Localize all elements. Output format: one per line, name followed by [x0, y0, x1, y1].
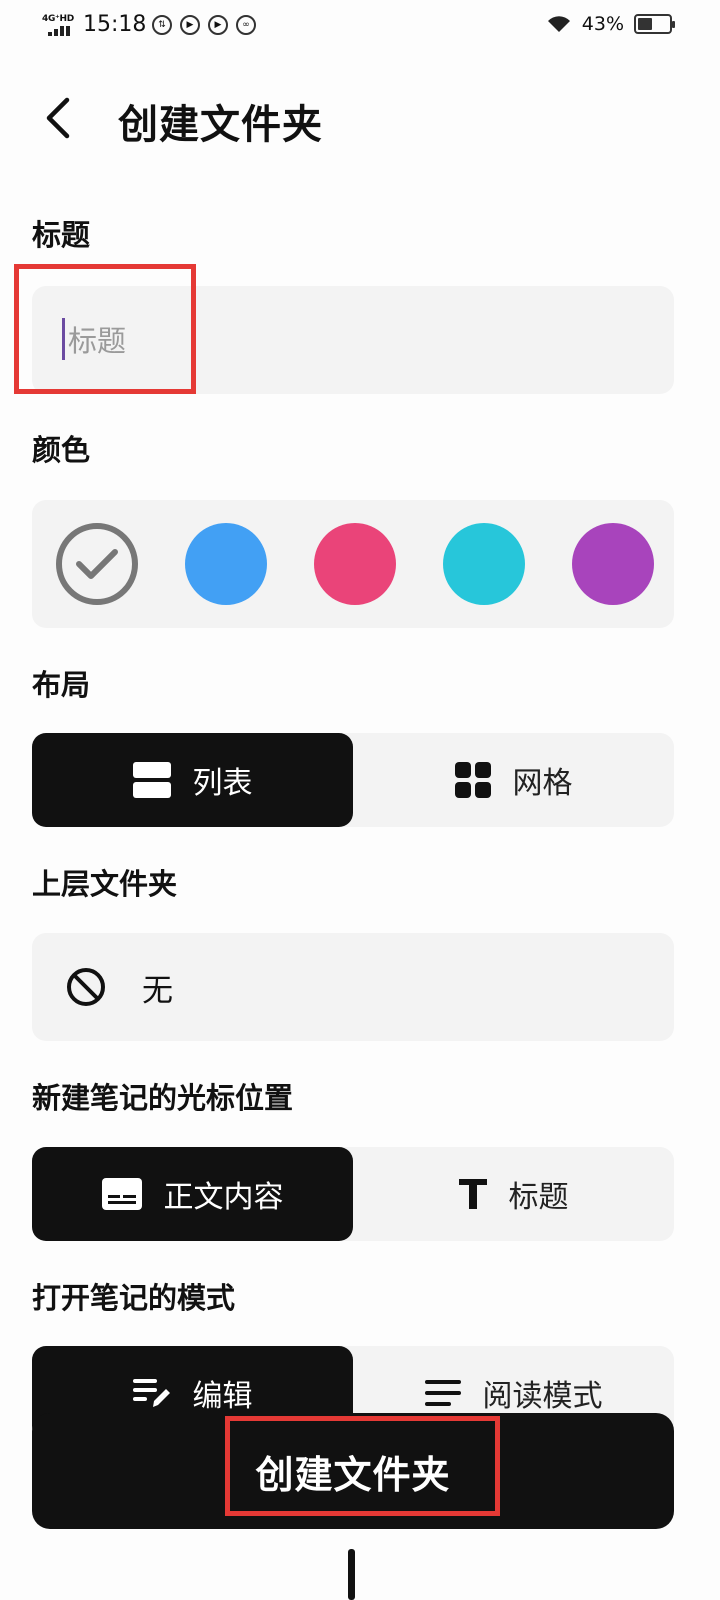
title-text-icon — [458, 1179, 487, 1209]
back-arrow-icon — [46, 97, 70, 139]
cursor-position-label: 新建笔记的光标位置 — [32, 1081, 294, 1115]
layout-option-list[interactable]: 列表 — [32, 733, 353, 827]
status-bar: 4G⁺HD 15:18 ⇅ ▶ ▶ ∞ 43% — [0, 0, 720, 56]
page-title: 创建文件夹 — [118, 102, 323, 148]
app-bar: 创建文件夹 — [0, 80, 720, 160]
battery-percent: 43% — [581, 13, 624, 35]
title-label: 标题 — [32, 218, 91, 252]
layout-option-list-label: 列表 — [192, 766, 253, 801]
color-swatch-default[interactable] — [56, 523, 138, 605]
annotation-box-create — [225, 1416, 500, 1516]
cursor-option-body-label: 正文内容 — [163, 1180, 284, 1215]
edit-icon — [132, 1379, 170, 1407]
cursor-option-title-label: 标题 — [508, 1180, 569, 1215]
cursor-option-body[interactable]: 正文内容 — [32, 1147, 353, 1241]
notification-icons: ⇅ ▶ ▶ ∞ — [152, 15, 256, 35]
color-label: 颜色 — [32, 433, 91, 467]
list-layout-icon — [132, 762, 171, 798]
status-right: 43% — [546, 13, 675, 35]
color-swatch-cyan[interactable] — [443, 523, 525, 605]
parent-folder-select[interactable]: 无 — [32, 933, 674, 1041]
annotation-box-title — [14, 264, 196, 394]
wifi-icon — [547, 16, 570, 32]
player-app-icon: ▶ — [208, 15, 228, 35]
read-icon — [424, 1380, 461, 1406]
body-text-icon — [101, 1178, 142, 1210]
cursor-position-toggle: 正文内容 标题 — [32, 1147, 674, 1241]
layout-toggle: 列表 网格 — [32, 733, 674, 827]
check-icon — [76, 549, 118, 579]
layout-option-grid[interactable]: 网格 — [353, 733, 674, 827]
network-indicator: 4G⁺HD — [42, 14, 78, 38]
network-type: 4G⁺HD — [42, 14, 74, 24]
layout-option-grid-label: 网格 — [512, 766, 573, 801]
layout-label: 布局 — [32, 668, 91, 702]
color-swatch-pink[interactable] — [314, 523, 396, 605]
cursor-option-title[interactable]: 标题 — [353, 1147, 674, 1241]
none-icon — [67, 968, 105, 1006]
parent-folder-value: 无 — [142, 972, 173, 1009]
parent-folder-label: 上层文件夹 — [32, 867, 178, 901]
data-saver-icon: ⇅ — [152, 15, 172, 35]
color-swatch-blue[interactable] — [185, 523, 267, 605]
open-mode-label: 打开笔记的模式 — [32, 1281, 236, 1315]
color-swatch-purple[interactable] — [572, 523, 654, 605]
back-button[interactable] — [30, 90, 86, 146]
grid-layout-icon — [454, 762, 491, 798]
color-picker — [32, 500, 674, 628]
status-time: 15:18 — [83, 12, 147, 37]
link-app-icon: ∞ — [236, 15, 256, 35]
battery-icon — [634, 14, 675, 34]
gesture-handle — [348, 1549, 355, 1600]
video-app-icon: ▶ — [180, 15, 200, 35]
mode-option-read-label: 阅读模式 — [482, 1379, 603, 1414]
mode-option-edit-label: 编辑 — [192, 1379, 253, 1414]
